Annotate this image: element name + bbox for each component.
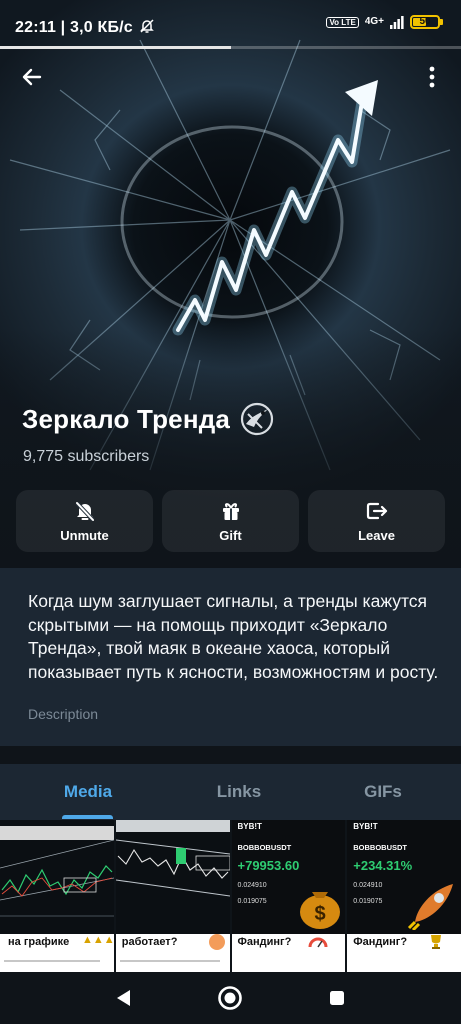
bell-muted-icon: [139, 19, 154, 33]
nav-back-button[interactable]: [110, 985, 136, 1011]
channel-description[interactable]: Когда шум заглушает сигналы, а тренды ка…: [28, 590, 448, 684]
media-caption: Фандинг?: [237, 936, 292, 948]
media-thumbnail[interactable]: на графике ▲▲▲: [0, 820, 114, 972]
triangle-back-icon: [117, 990, 130, 1006]
leave-button[interactable]: Leave: [308, 490, 445, 552]
mockingjay-emoji-icon[interactable]: [240, 402, 274, 436]
trade-profit: +79953.60: [237, 858, 300, 873]
media-thumbnail[interactable]: BYB!T BOBBOBUSDT +234.31% 0.024910 0.019…: [347, 820, 461, 972]
media-tabs: Media Links GIFs: [0, 764, 461, 820]
trade-pair: BOBBOBUSDT: [353, 843, 407, 852]
channel-header-photo: [0, 0, 461, 568]
signal-icon: [390, 15, 404, 29]
tab-gifs[interactable]: GIFs: [345, 782, 421, 802]
back-button[interactable]: [16, 63, 48, 91]
active-tab-indicator: [62, 815, 113, 819]
gift-button[interactable]: Gift: [162, 490, 299, 552]
rocket-icon: [408, 884, 454, 930]
status-time-text: 22:11 | 3,0 КБ/с: [15, 19, 133, 36]
status-icons: Vo LTE 4G+ 50: [326, 15, 443, 29]
leave-label: Leave: [358, 527, 395, 543]
battery-body: 50: [410, 15, 440, 29]
more-options-button[interactable]: [420, 63, 444, 91]
description-label: Description: [28, 706, 99, 722]
media-grid: на графике ▲▲▲ работает? BYB!T BOBBOBUSD…: [0, 820, 461, 972]
channel-title-row: Зеркало Тренда: [22, 402, 274, 436]
media-caption: работает?: [121, 936, 178, 948]
trade-profit: +234.31%: [353, 858, 413, 873]
media-caption: на графике: [8, 936, 70, 948]
chart-emoji-icon: ▲▲▲: [82, 934, 114, 946]
square-recents-icon: [330, 991, 344, 1005]
status-time: 22:11 | 3,0 КБ/с: [15, 18, 155, 37]
page-load-progress: [0, 46, 461, 49]
nav-recents-button[interactable]: [324, 985, 350, 1011]
status-bar: 22:11 | 3,0 КБ/с Vo LTE 4G+ 50: [0, 0, 461, 48]
circle-home-icon: [218, 986, 242, 1010]
gift-icon: [222, 502, 239, 520]
trading-chart-image: [115, 820, 230, 972]
media-thumbnail[interactable]: работает?: [115, 820, 230, 972]
media-thumbnail[interactable]: BYB!T BOBBOBUSDT +79953.60 0.024910 0.01…: [231, 820, 346, 972]
trade-entry: 0.024910: [237, 882, 267, 889]
volte-indicator: Vo LTE: [326, 16, 359, 28]
subscribers-count: 9,775 subscribers: [23, 448, 150, 465]
channel-title: Зеркало Тренда: [22, 403, 231, 434]
section-divider: [0, 746, 461, 764]
tab-media[interactable]: Media: [50, 782, 126, 802]
action-buttons: Unmute Gift Leave: [16, 490, 445, 552]
money-bag-icon: $: [299, 892, 340, 929]
media-caption: Фандинг?: [353, 936, 408, 948]
leave-icon: [366, 502, 387, 519]
bell-off-icon: [75, 501, 94, 521]
system-navigation-bar: [0, 972, 461, 1024]
trade-exit: 0.019075: [353, 898, 383, 905]
tab-links[interactable]: Links: [200, 782, 278, 802]
trade-entry: 0.024910: [353, 882, 383, 889]
bybit-logo: BYB!T: [353, 822, 378, 831]
arrow-left-icon: [22, 68, 42, 86]
nav-home-button[interactable]: [217, 985, 243, 1011]
trade-pair: BOBBOBUSDT: [237, 843, 292, 852]
battery-tip: [440, 19, 443, 25]
page-load-fill: [0, 46, 231, 49]
trading-chart-image: [0, 820, 114, 972]
trophy-icon: [431, 935, 442, 949]
network-type: 4G+: [364, 16, 384, 27]
unmute-button[interactable]: Unmute: [16, 490, 153, 552]
trade-exit: 0.019075: [237, 898, 267, 905]
battery-icon: 50: [410, 15, 443, 29]
bybit-logo: BYB!T: [237, 822, 262, 831]
battery-percent: 50: [419, 16, 431, 27]
unmute-label: Unmute: [60, 527, 109, 543]
gift-label: Gift: [219, 527, 242, 543]
svg-text:$: $: [314, 903, 325, 925]
more-vertical-icon: [429, 66, 435, 88]
gauge-emoji-icon: [308, 937, 327, 948]
